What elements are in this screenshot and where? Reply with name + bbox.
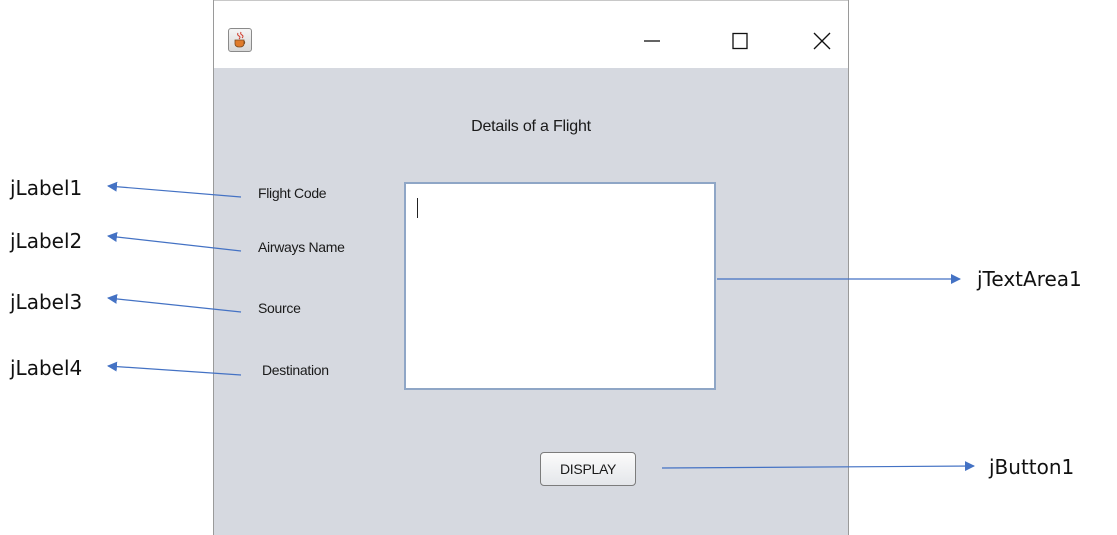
callout-jlabel1: jLabel1: [10, 176, 83, 200]
maximize-icon: [732, 32, 748, 50]
label-airways-name: Airways Name: [258, 239, 345, 255]
callout-jlabel4: jLabel4: [10, 356, 83, 380]
label-source: Source: [258, 300, 301, 316]
display-button[interactable]: DISPLAY: [540, 452, 636, 486]
application-window: Details of a Flight Flight Code Airways …: [213, 0, 849, 535]
title-bar[interactable]: [214, 0, 848, 68]
form-title: Details of a Flight: [471, 118, 591, 135]
label-flight-code: Flight Code: [258, 185, 327, 201]
java-cup-icon[interactable]: [228, 28, 252, 52]
close-icon: [813, 32, 831, 50]
callout-jbutton1: jButton1: [989, 455, 1075, 479]
minimize-button[interactable]: [632, 23, 672, 59]
label-destination: Destination: [262, 362, 329, 378]
text-caret: [417, 198, 418, 218]
minimize-icon: [644, 40, 660, 42]
callout-jlabel2: jLabel2: [10, 229, 83, 253]
callout-jtextarea1: jTextArea1: [977, 267, 1082, 291]
close-button[interactable]: [802, 23, 842, 59]
callout-jlabel3: jLabel3: [10, 290, 83, 314]
flight-details-text-area[interactable]: [404, 182, 716, 390]
maximize-button[interactable]: [720, 23, 760, 59]
